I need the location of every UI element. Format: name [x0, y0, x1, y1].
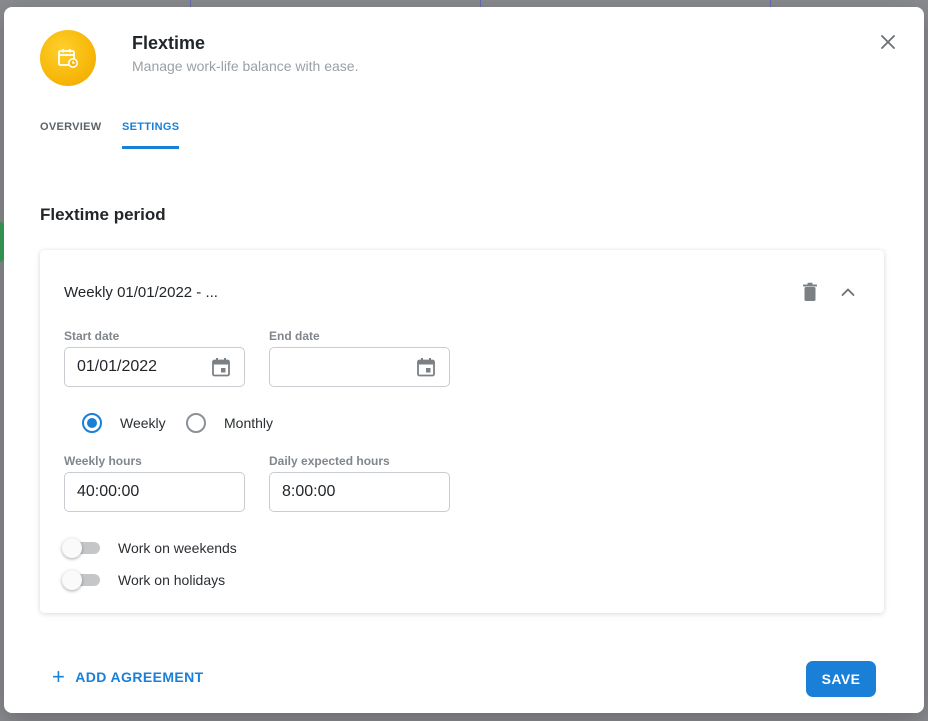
radio-monthly-label[interactable]: Monthly [224, 415, 273, 431]
flextime-period-card: Weekly 01/01/2022 - ... Start date 01/01… [40, 250, 884, 613]
holidays-toggle-label: Work on holidays [118, 572, 226, 588]
calendar-icon[interactable] [415, 356, 437, 378]
section-title: Flextime period [40, 205, 166, 224]
radio-monthly[interactable] [186, 413, 206, 433]
calendar-clock-icon [58, 49, 78, 68]
add-agreement-button[interactable]: + ADD AGREEMENT [52, 664, 204, 689]
start-date-value: 01/01/2022 [77, 358, 158, 375]
app-subtitle: Manage work-life balance with ease. [132, 58, 359, 74]
trash-icon [803, 282, 817, 301]
daily-hours-label: Daily expected hours [269, 454, 390, 468]
end-date-label: End date [269, 329, 320, 343]
add-agreement-label: ADD AGREEMENT [75, 669, 204, 685]
weekly-hours-input[interactable]: 40:00:00 [64, 472, 245, 512]
weekends-toggle[interactable] [62, 537, 102, 558]
period-title: Weekly 01/01/2022 - ... [64, 284, 218, 301]
calendar-icon[interactable] [210, 356, 232, 378]
background-divider [190, 0, 191, 7]
app-title: Flextime [132, 33, 206, 53]
plus-icon: + [52, 664, 66, 689]
save-button[interactable]: SAVE [806, 661, 876, 697]
background-divider [480, 0, 481, 7]
tab-settings[interactable]: SETTINGS [122, 121, 180, 151]
delete-button[interactable] [798, 280, 822, 304]
close-button[interactable] [876, 30, 900, 54]
tab-overview[interactable]: OVERVIEW [40, 121, 102, 151]
weekly-hours-label: Weekly hours [64, 454, 142, 468]
holidays-toggle[interactable] [62, 569, 102, 590]
daily-hours-value: 8:00:00 [282, 483, 336, 500]
collapse-button[interactable] [836, 280, 860, 304]
flextime-dialog: Flextime Manage work-life balance with e… [4, 7, 924, 713]
start-date-field[interactable]: 01/01/2022 [64, 347, 245, 387]
close-icon [881, 35, 895, 49]
start-date-label: Start date [64, 329, 120, 343]
background-divider [770, 0, 771, 7]
end-date-field[interactable] [269, 347, 450, 387]
app-logo [40, 30, 96, 86]
radio-weekly[interactable] [82, 413, 102, 433]
radio-weekly-label[interactable]: Weekly [120, 415, 166, 431]
weekly-hours-value: 40:00:00 [77, 483, 140, 500]
chevron-up-icon [841, 288, 855, 296]
daily-hours-input[interactable]: 8:00:00 [269, 472, 450, 512]
weekends-toggle-label: Work on weekends [118, 540, 237, 556]
